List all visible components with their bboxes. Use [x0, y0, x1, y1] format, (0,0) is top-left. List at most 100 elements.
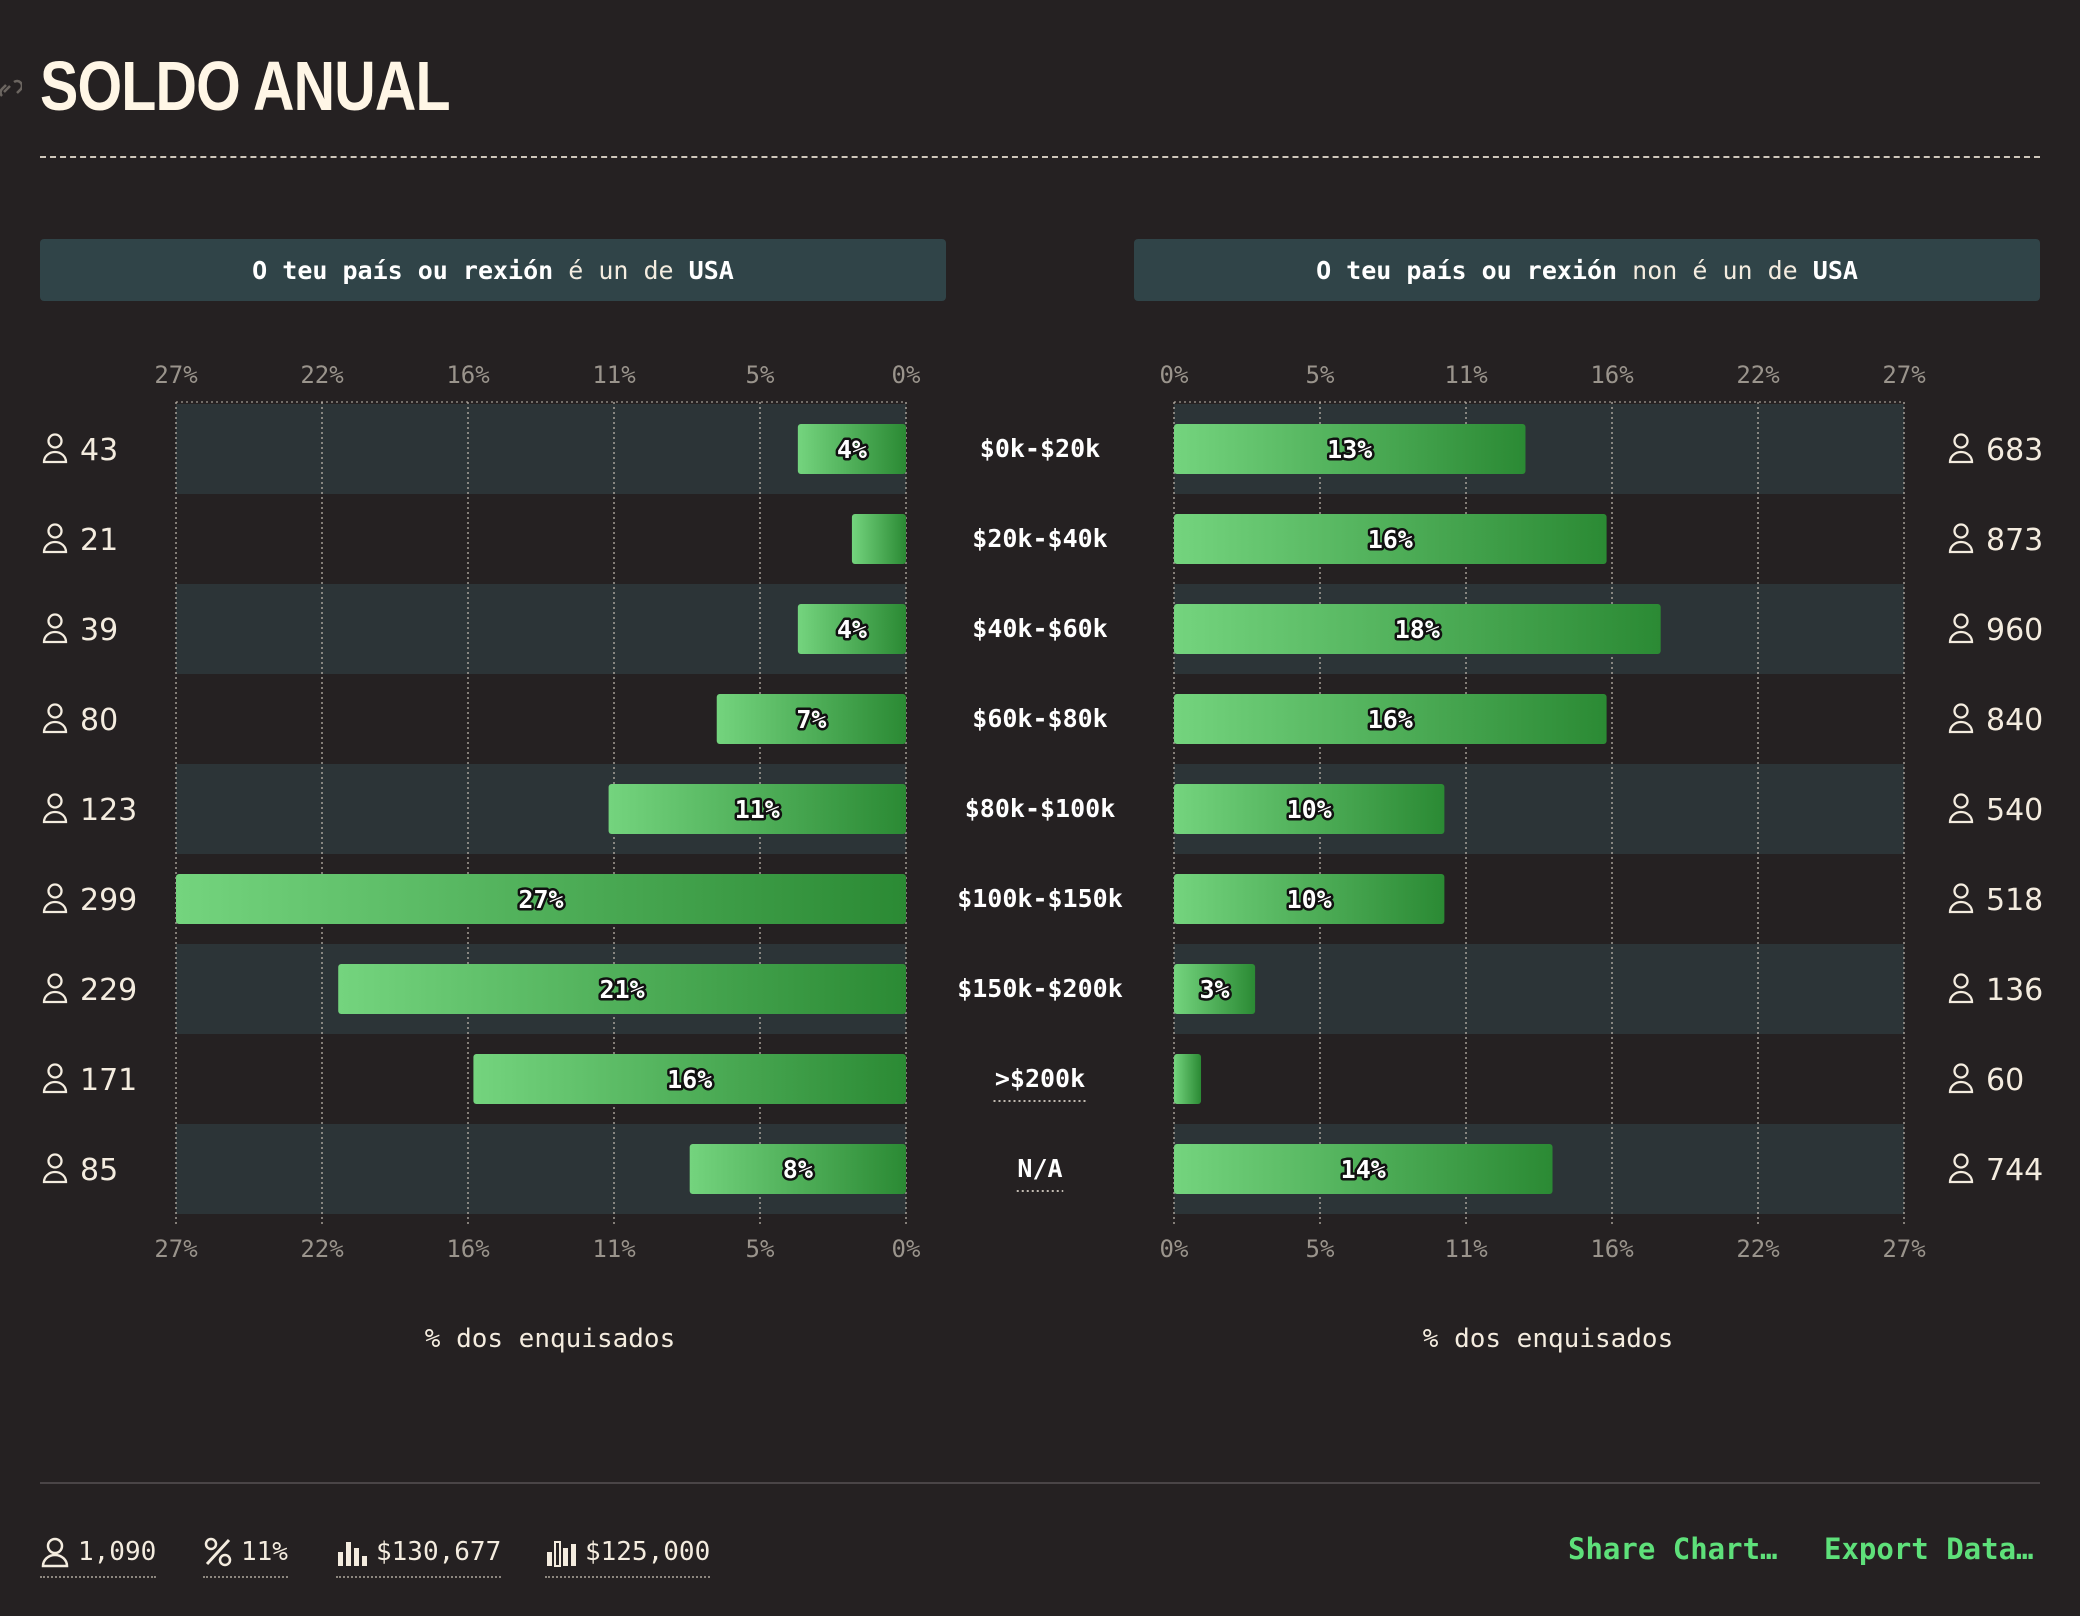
person-icon-right	[1953, 973, 1969, 989]
person-icon-left	[47, 1063, 63, 1079]
count-left: 80	[80, 703, 118, 738]
bar-label-right: 16%	[1368, 525, 1413, 554]
count-right: 744	[1986, 1153, 2043, 1188]
category-label: $20k-$40k	[972, 524, 1107, 553]
tick-label-top-right: 27%	[1882, 361, 1926, 389]
person-icon-body-right	[1948, 810, 1974, 824]
percent-icon	[204, 1537, 232, 1567]
category-label: $150k-$200k	[957, 974, 1123, 1003]
median-stat[interactable]: $125,000	[545, 1530, 711, 1578]
person-icon-body-right	[1948, 1080, 1974, 1094]
person-icon-body-right	[1948, 1170, 1974, 1184]
person-icon-body-left	[42, 630, 68, 644]
tick-label-top-right: 5%	[1306, 361, 1335, 389]
percent-value: 11%	[241, 1537, 288, 1567]
bar-label-left: 21%	[600, 975, 645, 1004]
count-left: 171	[80, 1063, 137, 1098]
person-icon-left	[47, 703, 63, 719]
tick-label-top-left: 22%	[300, 361, 344, 389]
bar-label-right: 10%	[1287, 885, 1332, 914]
median-bars-icon	[547, 1541, 576, 1567]
count-left: 85	[80, 1153, 118, 1188]
person-icon-right	[1953, 703, 1969, 719]
person-icon-left	[47, 613, 63, 629]
person-icon-body-left	[42, 810, 68, 824]
count-right: 960	[1986, 613, 2043, 648]
tick-label-bottom-left: 16%	[446, 1235, 490, 1263]
tick-label-bottom-right: 0%	[1160, 1235, 1189, 1263]
row-band-left	[176, 584, 906, 674]
bar-label-left: 27%	[518, 885, 563, 914]
count-right: 840	[1986, 703, 2043, 738]
tick-label-bottom-left: 11%	[592, 1235, 636, 1263]
bar-label-left: 7%	[796, 705, 826, 734]
category-label: N/A	[1017, 1154, 1062, 1183]
tick-label-top-left: 27%	[154, 361, 198, 389]
footer-divider	[40, 1482, 2040, 1484]
tick-label-top-left: 5%	[746, 361, 775, 389]
person-icon-right	[1953, 523, 1969, 539]
person-icon-right	[1953, 793, 1969, 809]
average-value: $130,677	[376, 1537, 502, 1567]
tick-label-bottom-right: 11%	[1444, 1235, 1488, 1263]
category-label: >$200k	[995, 1064, 1085, 1093]
person-icon-left	[47, 973, 63, 989]
share-chart-button[interactable]: Share Chart…	[1568, 1532, 1778, 1566]
x-axis-label-right: % dos enquisados	[1423, 1324, 1673, 1354]
tick-label-top-right: 0%	[1160, 361, 1189, 389]
average-stat[interactable]: $130,677	[336, 1530, 502, 1578]
bar-label-left: 16%	[667, 1065, 712, 1094]
tick-label-bottom-left: 27%	[154, 1235, 198, 1263]
person-icon-body-right	[1948, 450, 1974, 464]
bar-label-left: 4%	[837, 435, 867, 464]
count-left: 43	[80, 433, 118, 468]
percent-stat[interactable]: 11%	[203, 1530, 288, 1578]
category-label: $100k-$150k	[957, 884, 1123, 913]
median-value: $125,000	[585, 1537, 711, 1567]
person-icon-body-left	[42, 1170, 68, 1184]
tick-label-top-right: 16%	[1590, 361, 1634, 389]
person-icon-body-left	[42, 900, 68, 914]
respondents-stat[interactable]: 1,090	[40, 1530, 157, 1578]
row-band-left	[176, 404, 906, 494]
tick-label-bottom-right: 27%	[1882, 1235, 1926, 1263]
person-icon-body-left	[42, 450, 68, 464]
tick-label-bottom-right: 5%	[1306, 1235, 1335, 1263]
person-icon-left	[47, 883, 63, 899]
export-data-button[interactable]: Export Data…	[1824, 1532, 2034, 1566]
person-icon-body-right	[1948, 630, 1974, 644]
person-icon-right	[1953, 613, 1969, 629]
bar-label-left: 8%	[783, 1155, 813, 1184]
tick-label-bottom-left: 0%	[892, 1235, 921, 1263]
person-icon-body-right	[1948, 720, 1974, 734]
person-icon-body-right	[1948, 540, 1974, 554]
tick-label-top-left: 0%	[892, 361, 921, 389]
tick-label-top-right: 22%	[1736, 361, 1780, 389]
count-left: 123	[80, 793, 137, 828]
respondents-value: 1,090	[78, 1537, 157, 1567]
count-right: 873	[1986, 523, 2043, 558]
tick-label-top-left: 11%	[592, 361, 636, 389]
count-right: 136	[1986, 973, 2043, 1008]
person-icon-left	[47, 433, 63, 449]
bar-label-left: 4%	[837, 615, 867, 644]
person-icon-body-left	[42, 720, 68, 734]
bar-label-right: 3%	[1200, 975, 1230, 1004]
person-icon-left	[47, 793, 63, 809]
count-right: 540	[1986, 793, 2043, 828]
category-label: $0k-$20k	[980, 434, 1100, 463]
person-icon-right	[1953, 1153, 1969, 1169]
person-icon-left	[47, 523, 63, 539]
person-icon-body-left	[42, 1080, 68, 1094]
x-axis-label-left: % dos enquisados	[425, 1324, 675, 1354]
bar-left	[851, 514, 906, 564]
person-icon-body-right	[1948, 900, 1974, 914]
average-bars-icon	[338, 1542, 367, 1566]
tick-label-top-left: 16%	[446, 361, 490, 389]
person-icon-body-left	[42, 990, 68, 1004]
category-label: $80k-$100k	[965, 794, 1116, 823]
count-left: 229	[80, 973, 137, 1008]
person-icon-body-left	[42, 540, 68, 554]
tick-label-top-right: 11%	[1444, 361, 1488, 389]
bar-label-right: 18%	[1395, 615, 1440, 644]
